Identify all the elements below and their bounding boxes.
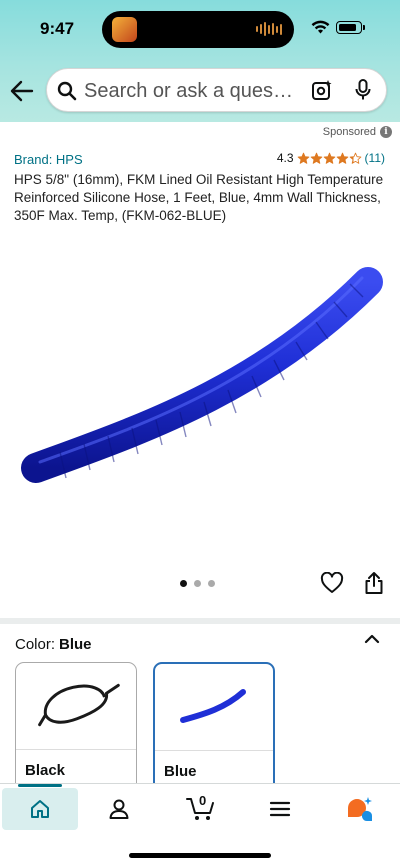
search-input[interactable]: Search or ask a question — [84, 80, 294, 103]
status-bar: 9:47 — [0, 0, 400, 56]
back-arrow-icon[interactable] — [10, 80, 34, 102]
nav-rufus[interactable] — [321, 788, 397, 830]
star-icon — [297, 152, 309, 164]
search-bar[interactable]: Search or ask a question — [46, 68, 387, 112]
sponsored-label[interactable]: Sponsored i — [323, 126, 392, 138]
section-divider — [0, 618, 400, 624]
now-playing-app-icon — [112, 17, 137, 42]
color-option-black[interactable]: Black — [15, 662, 137, 792]
carousel-dot[interactable] — [194, 580, 201, 587]
dynamic-island[interactable] — [102, 11, 294, 48]
star-icon — [310, 152, 322, 164]
rating-value: 4.3 — [276, 151, 294, 165]
star-icon — [349, 152, 361, 164]
image-carousel-dots[interactable] — [180, 580, 215, 587]
brand-link[interactable]: Brand: HPS — [14, 152, 83, 167]
carousel-dot[interactable] — [180, 580, 187, 587]
microphone-icon[interactable] — [355, 79, 371, 101]
star-rating — [297, 152, 362, 165]
nav-menu[interactable] — [242, 788, 318, 830]
status-time: 9:47 — [40, 19, 75, 38]
heart-icon[interactable] — [320, 572, 344, 594]
home-icon — [31, 800, 49, 818]
color-option-blue[interactable]: Blue — [153, 662, 275, 792]
battery-icon — [336, 21, 365, 34]
person-icon — [109, 799, 129, 819]
star-icon — [336, 152, 348, 164]
selected-color: Blue — [59, 636, 92, 653]
home-indicator[interactable] — [129, 853, 271, 858]
rating-summary[interactable]: 4.3 (11) — [277, 151, 385, 165]
chevron-up-icon[interactable] — [364, 633, 380, 645]
color-label-text: Color: — [15, 636, 56, 653]
rufus-icon — [348, 797, 372, 821]
rating-count[interactable]: (11) — [365, 151, 385, 165]
carousel-dot[interactable] — [208, 580, 215, 587]
product-title: HPS 5/8" (16mm), FKM Lined Oil Resistant… — [14, 172, 384, 223]
hamburger-icon — [269, 801, 291, 817]
nav-cart[interactable]: 0 — [163, 788, 239, 830]
camera-lens-icon[interactable] — [311, 79, 333, 101]
cart-count: 0 — [199, 793, 207, 808]
audio-wave-icon — [256, 22, 282, 36]
color-label: Color: Blue — [15, 636, 92, 653]
share-icon[interactable] — [364, 571, 384, 595]
star-icon — [323, 152, 335, 164]
sponsored-text: Sponsored — [322, 126, 376, 138]
app-header: 9:47 Search or ask a question — [0, 0, 400, 122]
nav-home[interactable] — [2, 784, 78, 830]
black-hose-thumbnail — [38, 683, 120, 727]
blue-hose-thumbnail — [180, 689, 246, 723]
wifi-icon — [311, 20, 330, 34]
info-icon[interactable]: i — [380, 126, 392, 138]
product-image[interactable] — [0, 240, 400, 560]
nav-you[interactable] — [81, 788, 157, 830]
search-icon — [57, 81, 77, 101]
